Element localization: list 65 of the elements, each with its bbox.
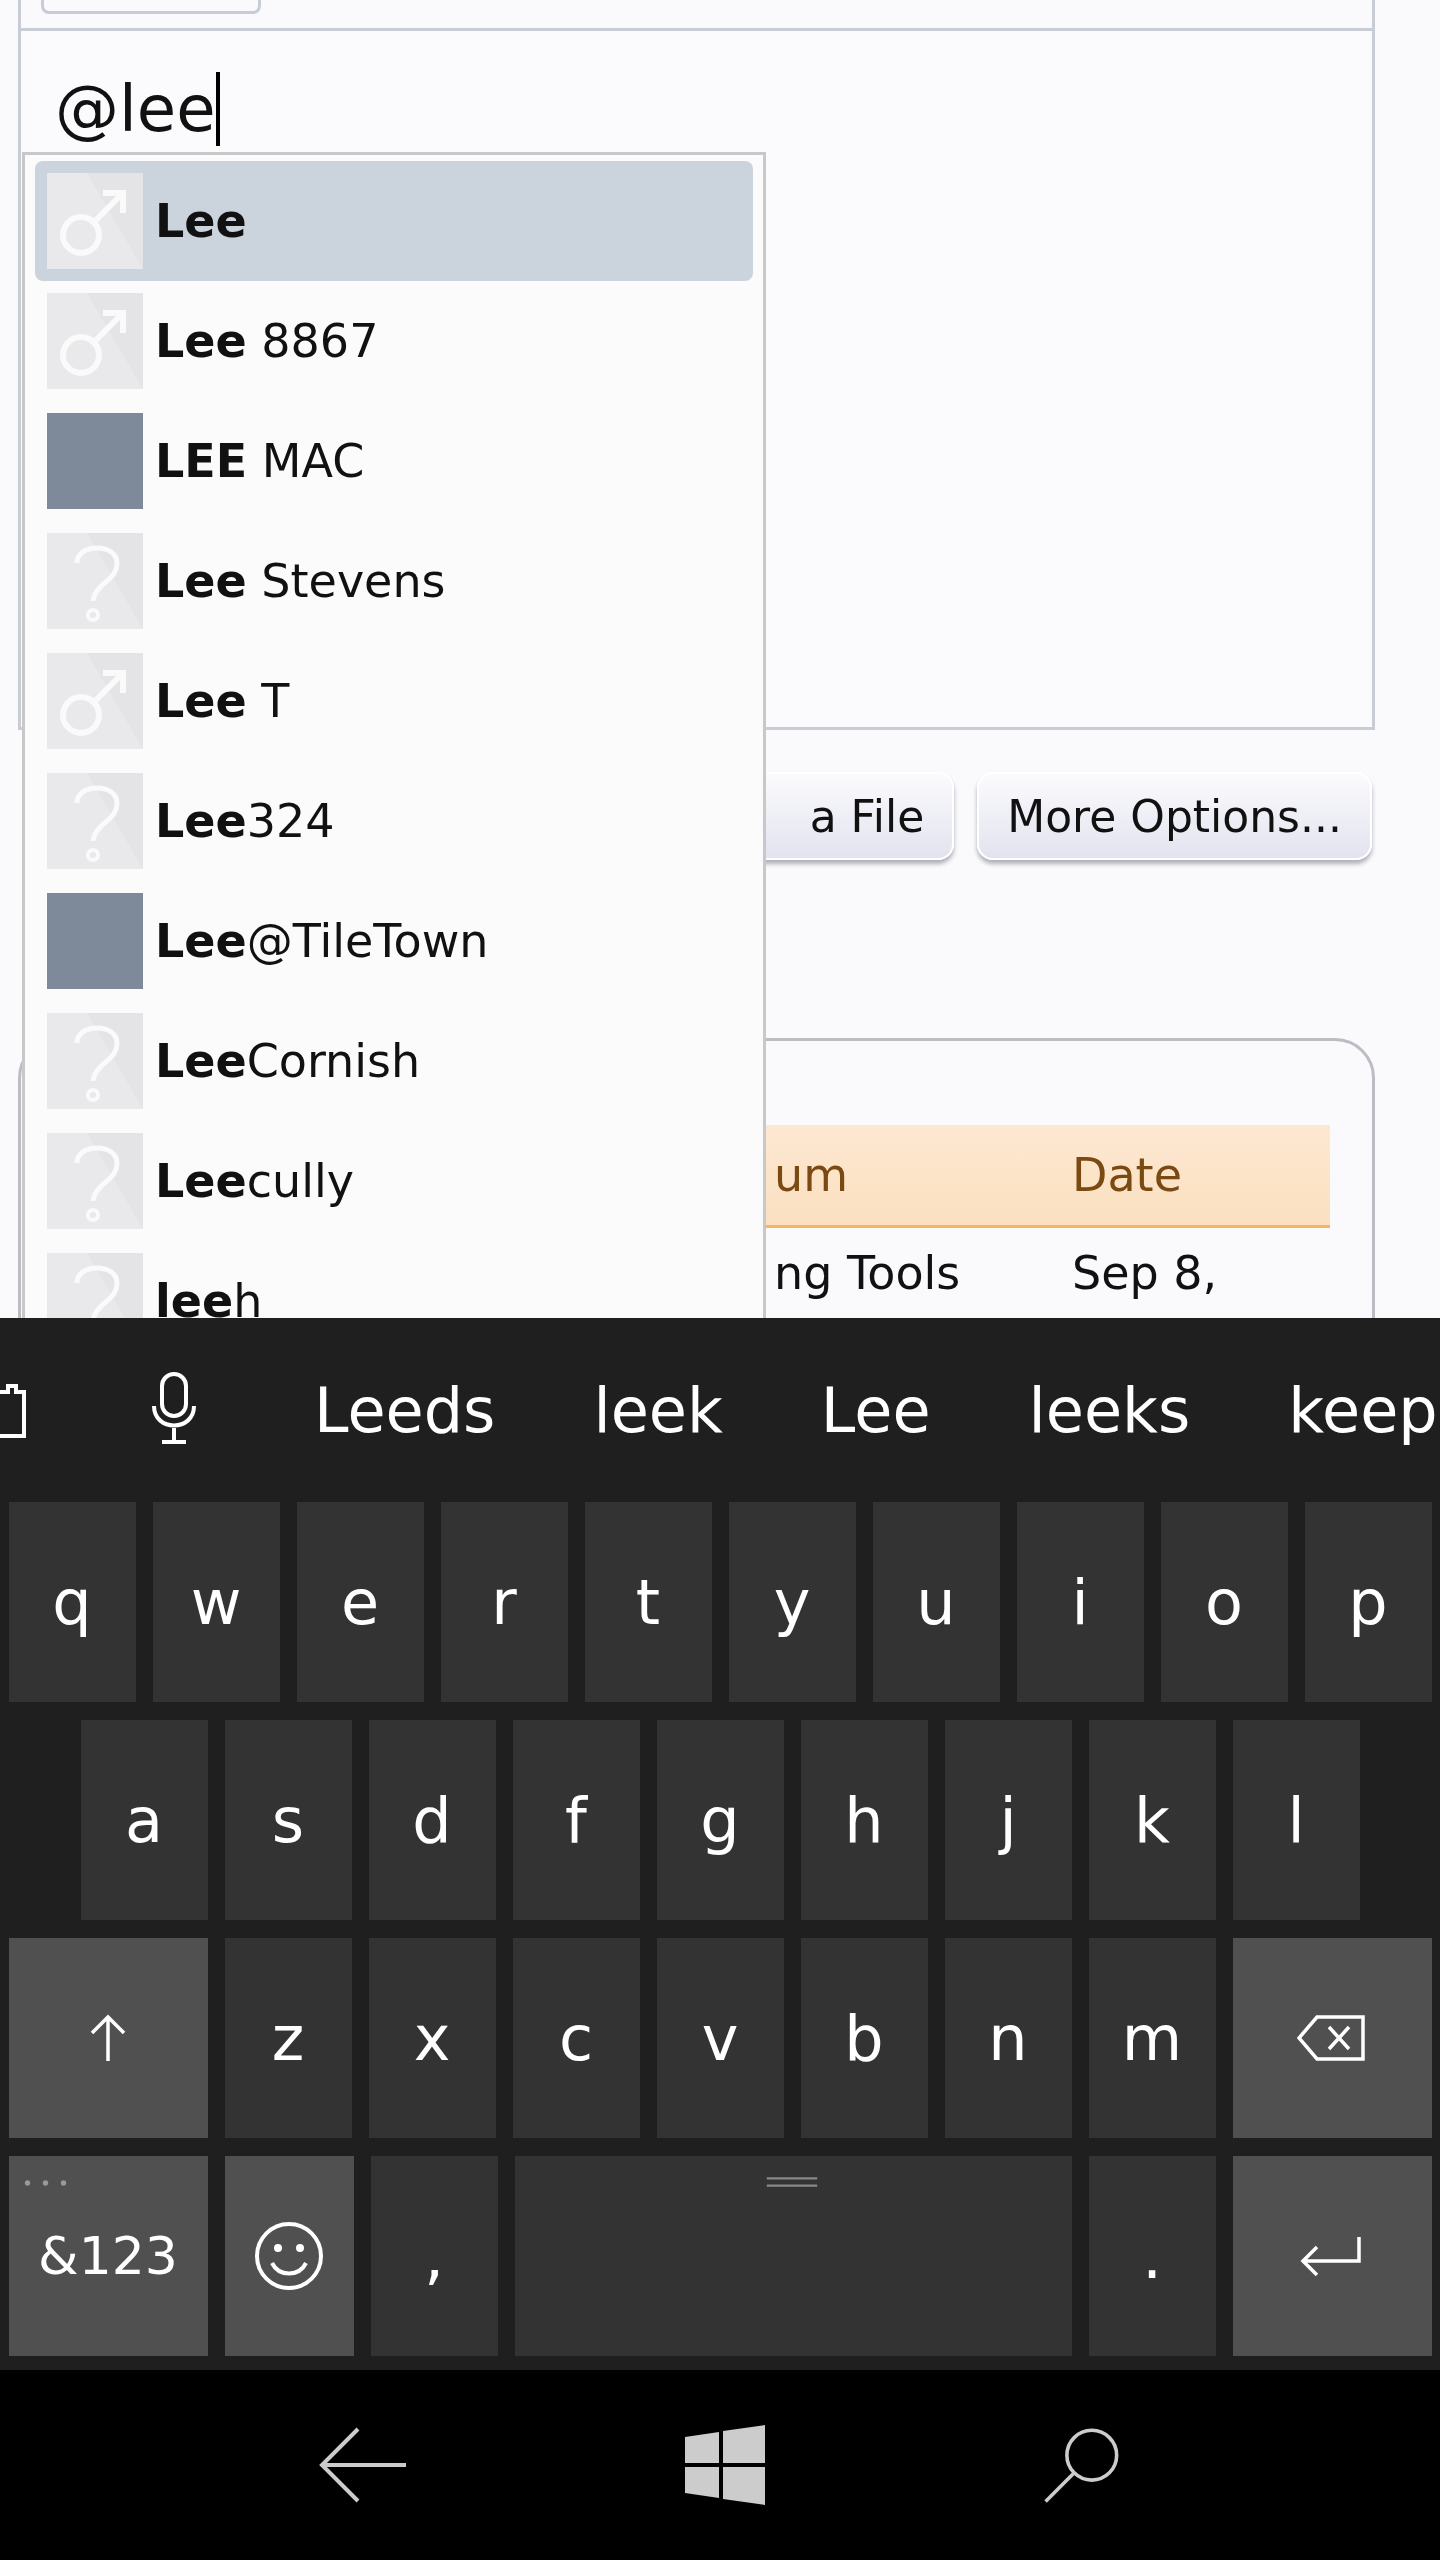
suggestion-item[interactable]: Lee Stevens [35, 521, 753, 641]
key[interactable]: d [368, 1720, 496, 1920]
key[interactable]: m [1088, 1938, 1216, 2138]
key[interactable]: v [656, 1938, 784, 2138]
key[interactable]: k [1088, 1720, 1216, 1920]
key[interactable]: z [224, 1938, 352, 2138]
key[interactable]: . [1088, 2156, 1216, 2356]
symbols-key[interactable]: &123 [8, 2156, 208, 2356]
column-header: Date [1072, 1148, 1182, 1202]
suggestion-item[interactable]: Lee@TileTown [35, 881, 753, 1001]
suggestion-item[interactable]: LEE MAC [35, 401, 753, 521]
suggestion-item[interactable]: Lee T [35, 641, 753, 761]
back-arrow-icon[interactable] [318, 2425, 409, 2505]
up-arrow-icon [88, 2013, 128, 2063]
suggestion-item[interactable]: LeeCornish [35, 1001, 753, 1121]
suggestion-name: Lee324 [155, 794, 335, 848]
suggestion-name: Lee [155, 194, 247, 248]
word-suggestion[interactable]: Leeds [314, 1373, 496, 1447]
table-cell: Sep 8, [1072, 1246, 1218, 1300]
suggestion-item[interactable]: Lee [35, 161, 753, 281]
suggestion-name: Lee T [155, 674, 290, 728]
key[interactable]: l [1232, 1720, 1360, 1920]
key[interactable]: , [370, 2156, 498, 2356]
word-suggestion[interactable]: leek [593, 1373, 723, 1447]
table-cell-text: ng Tools [773, 1246, 962, 1300]
key[interactable]: g [656, 1720, 784, 1920]
word-suggestion[interactable]: Lee [820, 1373, 931, 1447]
suggestion-name: Lee 8867 [155, 314, 379, 368]
key[interactable]: r [440, 1502, 568, 1702]
drag-handle-icon[interactable] [764, 2176, 819, 2188]
key[interactable]: s [224, 1720, 352, 1920]
word-suggestion[interactable]: keep [1288, 1373, 1438, 1447]
smiley-icon [254, 2221, 324, 2291]
key[interactable]: n [944, 1938, 1072, 2138]
suggestion-name: Lee@TileTown [155, 914, 489, 968]
key[interactable]: q [8, 1502, 136, 1702]
key[interactable]: b [800, 1938, 928, 2138]
key[interactable]: c [512, 1938, 640, 2138]
key[interactable]: y [728, 1502, 856, 1702]
key[interactable]: f [512, 1720, 640, 1920]
key[interactable]: i [1016, 1502, 1144, 1702]
windows-logo-icon[interactable] [685, 2425, 765, 2505]
suggestion-name: LEE MAC [155, 434, 365, 488]
backspace-icon [1297, 2013, 1367, 2063]
key[interactable]: e [296, 1502, 424, 1702]
suggestion-item[interactable]: Lee 8867 [35, 281, 753, 401]
suggestion-name: Lee Stevens [155, 554, 446, 608]
suggestion-name: LeeCornish [155, 1034, 421, 1088]
suggestion-item[interactable]: Leecully [35, 1121, 753, 1241]
column-header: um [773, 1148, 849, 1202]
key[interactable]: t [584, 1502, 712, 1702]
backspace-key[interactable] [1232, 1938, 1432, 2138]
more-options-button[interactable]: More Options... [977, 772, 1372, 860]
key[interactable]: w [152, 1502, 280, 1702]
key[interactable]: h [800, 1720, 928, 1920]
key[interactable]: x [368, 1938, 496, 2138]
emoji-key[interactable] [224, 2156, 354, 2356]
key[interactable]: o [1160, 1502, 1288, 1702]
key[interactable]: p [1304, 1502, 1432, 1702]
suggestion-name: leeh [155, 1274, 263, 1318]
key[interactable]: u [872, 1502, 1000, 1702]
word-suggestion[interactable]: leeks [1028, 1373, 1191, 1447]
key[interactable]: a [80, 1720, 208, 1920]
suggestion-name: Leecully [155, 1154, 354, 1208]
key[interactable]: j [944, 1720, 1072, 1920]
